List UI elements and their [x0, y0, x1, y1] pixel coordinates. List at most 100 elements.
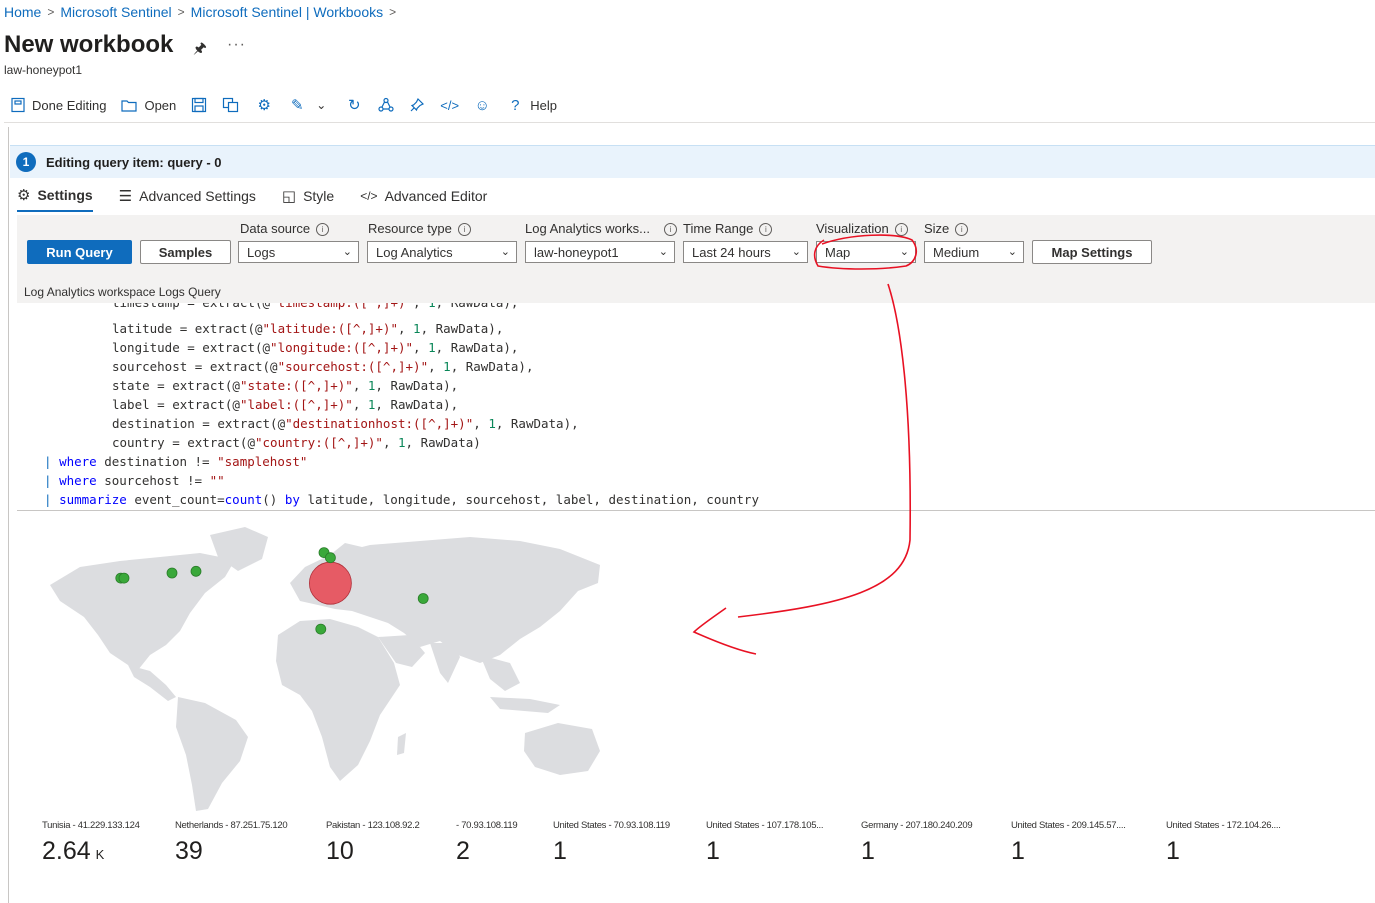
tile[interactable]: Germany - 207.180.240.209 1 — [861, 820, 973, 866]
refresh-icon: ↻ — [347, 97, 361, 114]
breadcrumb-workbooks[interactable]: Microsoft Sentinel | Workbooks — [191, 4, 383, 20]
tab-label: Settings — [37, 187, 93, 203]
share-button[interactable] — [378, 97, 394, 113]
save-button[interactable] — [191, 97, 207, 113]
resource-type-dropdown[interactable]: Log Analytics ⌄ — [367, 241, 517, 263]
info-icon[interactable]: i — [894, 223, 908, 237]
map-point[interactable]: United States - 70.93.108.119 — [118, 572, 130, 584]
breadcrumb: Home > Microsoft Sentinel > Microsoft Se… — [4, 4, 396, 20]
info-icon[interactable]: i — [664, 223, 677, 237]
tile[interactable]: Tunisia - 41.229.133.124 2.64 K — [42, 820, 140, 866]
africa-shape — [276, 619, 400, 781]
settings-button[interactable]: ⚙ — [255, 96, 273, 114]
save-as-button[interactable] — [222, 97, 240, 113]
divider — [4, 122, 1375, 123]
run-query-button[interactable]: Run Query — [27, 240, 132, 264]
visualization-dropdown[interactable]: Map ⌄ — [816, 241, 916, 263]
data-source-value: Logs — [247, 244, 276, 260]
time-range-dropdown[interactable]: Last 24 hours ⌄ — [683, 241, 808, 263]
tile-label: United States - 107.178.105... — [706, 820, 824, 831]
madagascar-shape — [397, 733, 406, 755]
tab-settings[interactable]: ⚙ Settings — [17, 186, 93, 212]
australia-shape — [524, 723, 600, 775]
southeast-asia-shape — [480, 655, 520, 691]
editing-label: Editing query item: query - 0 — [46, 154, 222, 170]
code-line: sourcehost = extract(@"sourcehost:([^,]+… — [112, 359, 534, 374]
tile[interactable]: Pakistan - 123.108.92.2 10 — [326, 820, 420, 866]
done-editing-label: Done Editing — [32, 97, 107, 113]
map-point[interactable]: Pakistan - 123.108.92.2 — [417, 593, 429, 604]
code-line: | summarize event_count=count() by latit… — [44, 492, 759, 507]
tile[interactable]: Netherlands - 87.251.75.120 39 — [175, 820, 288, 866]
data-source-dropdown[interactable]: Logs ⌄ — [238, 241, 359, 263]
resource-type-label: Resource type i — [368, 221, 471, 237]
refresh-button[interactable]: ↻ — [345, 96, 363, 114]
info-icon[interactable]: i — [955, 223, 969, 237]
breadcrumb-home[interactable]: Home — [4, 4, 41, 20]
workspace-label: Log Analytics works... i — [525, 221, 677, 237]
pin-icon[interactable]: 🖈︎ — [193, 38, 207, 63]
gear-icon: ⚙ — [257, 97, 271, 114]
tab-style[interactable]: ◱ Style — [282, 186, 334, 212]
done-editing-icon — [11, 97, 25, 113]
pin-icon — [410, 97, 425, 112]
tile-label: United States - 209.145.57.... — [1011, 820, 1126, 831]
tab-advanced-editor[interactable]: </> Advanced Editor — [360, 186, 487, 212]
query-editor[interactable]: timestamp = extract(@"timestamp:([^,]+)"… — [17, 303, 1375, 511]
more-options-icon[interactable]: ··· — [227, 36, 246, 54]
map-point[interactable]: Tunisia - 41.229.133.124 — [308, 561, 352, 605]
world-map[interactable]: Tunisia - 41.229.133.124Netherlands - 87… — [0, 515, 700, 815]
info-icon[interactable]: i — [457, 223, 471, 237]
tab-advanced-settings[interactable]: ☰ Advanced Settings — [119, 186, 256, 212]
tile-value: 1 — [1011, 837, 1025, 865]
gear-icon: ⚙ — [17, 187, 31, 204]
tile-value: 1 — [861, 837, 875, 865]
south-america-shape — [176, 697, 248, 811]
edit-button[interactable]: ✎ ⌄ — [288, 96, 330, 114]
map-point[interactable]: United States - 172.104.26... — [190, 565, 202, 577]
code-line: timestamp = extract(@"timestamp:([^,]+)"… — [112, 303, 518, 312]
open-button[interactable]: Open — [121, 98, 176, 113]
time-range-label: Time Range i — [683, 221, 773, 237]
data-source-label-text: Data source — [240, 221, 311, 236]
workspace-dropdown[interactable]: law-honeypot1 ⌄ — [525, 241, 675, 263]
help-button[interactable]: ? Help — [506, 97, 557, 114]
size-dropdown[interactable]: Medium ⌄ — [924, 241, 1024, 263]
tile[interactable]: United States - 209.145.57.... 1 — [1011, 820, 1126, 866]
save-as-icon — [223, 97, 239, 113]
pin-button[interactable] — [409, 97, 425, 113]
tile[interactable]: United States - 70.93.108.119 1 — [553, 820, 670, 866]
tile-label: Pakistan - 123.108.92.2 — [326, 820, 420, 831]
chevron-down-icon[interactable]: ⌄ — [312, 98, 330, 112]
info-icon[interactable]: i — [316, 223, 330, 237]
toolbar: Done Editing Open ⚙ ✎ ⌄ ↻ </> ☺ ? Help — [10, 94, 572, 116]
feedback-button[interactable]: ☺ — [473, 97, 491, 114]
code-view-button[interactable]: </> — [440, 98, 459, 113]
resource-type-label-text: Resource type — [368, 221, 452, 236]
tile[interactable]: - 70.93.108.119 2 — [456, 820, 518, 866]
tile-value: 39 — [175, 837, 203, 865]
time-range-label-text: Time Range — [683, 221, 754, 236]
tile[interactable]: United States - 107.178.105... 1 — [706, 820, 824, 866]
tab-label: Style — [303, 188, 335, 204]
map-point[interactable]: Nigeria — [315, 623, 327, 635]
map-point[interactable]: United States - 107.178.105... — [166, 567, 178, 579]
tile[interactable]: United States - 172.104.26.... 1 — [1166, 820, 1281, 866]
code-icon: </> — [360, 189, 378, 203]
chevron-down-icon: ⌄ — [342, 246, 352, 258]
editor-divider — [17, 510, 1375, 511]
data-source-label: Data source i — [240, 221, 330, 237]
tile-value: 2.64 K — [42, 837, 140, 866]
code-line: longitude = extract(@"longitude:([^,]+)"… — [112, 340, 519, 355]
chevron-right-icon: > — [177, 5, 185, 19]
map-settings-button[interactable]: Map Settings — [1032, 240, 1152, 264]
visualization-label-text: Visualization — [816, 221, 889, 236]
samples-button[interactable]: Samples — [140, 240, 231, 264]
info-icon[interactable]: i — [759, 223, 773, 237]
chevron-down-icon: ⌄ — [658, 246, 668, 258]
sliders-icon: ☰ — [118, 188, 133, 205]
map-point[interactable]: Germany - 207.180.240.209 — [324, 552, 336, 564]
breadcrumb-sentinel[interactable]: Microsoft Sentinel — [60, 4, 171, 20]
chevron-down-icon: ⌄ — [1007, 246, 1017, 258]
done-editing-button[interactable]: Done Editing — [10, 97, 106, 113]
